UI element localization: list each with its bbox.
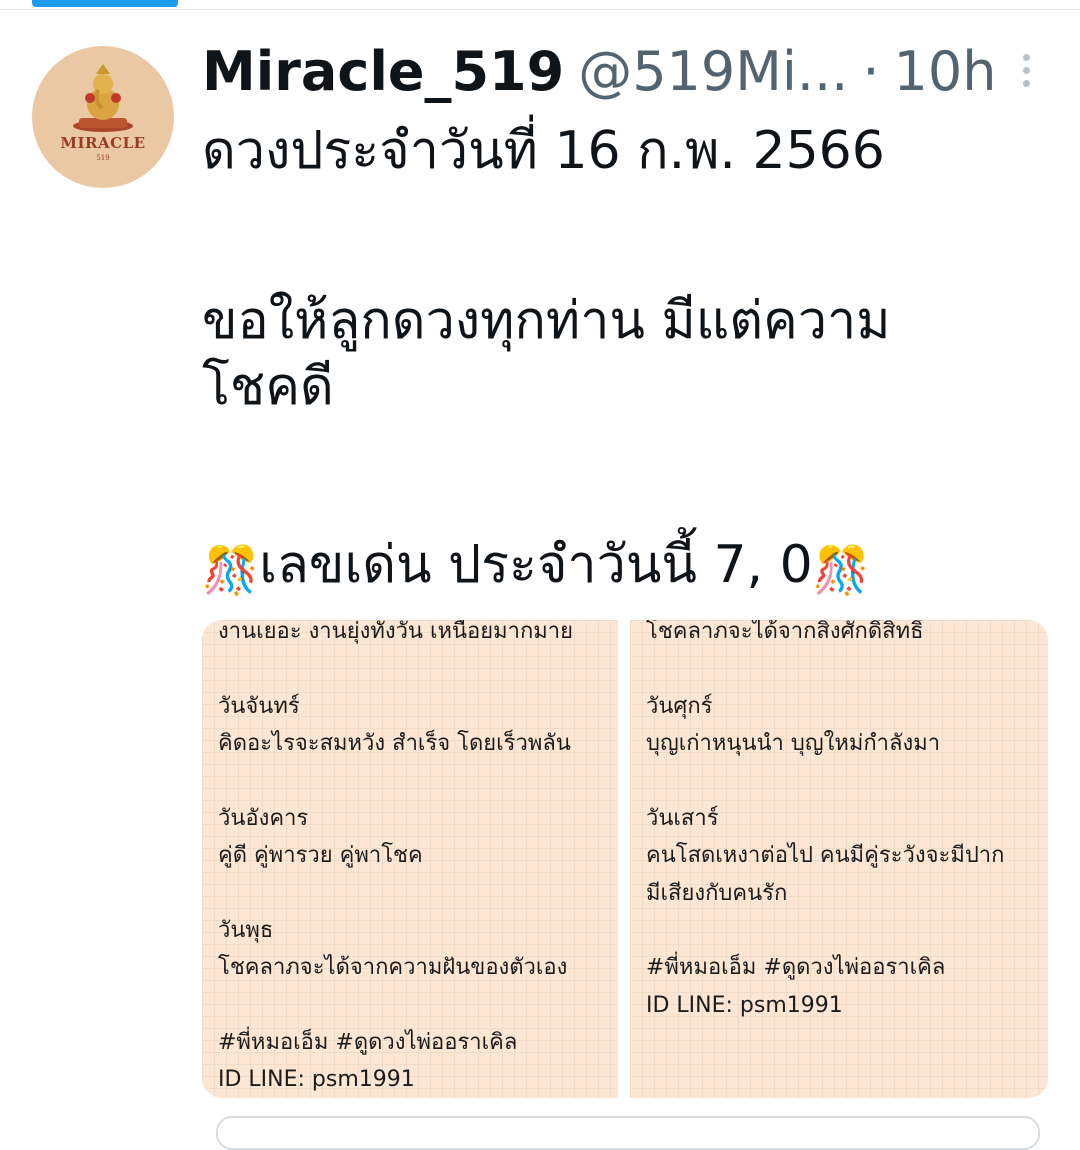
avatar-brand-text: MIRACLE bbox=[60, 134, 146, 152]
tweet-header: Miracle_519 @519Mi... · 10h bbox=[202, 40, 996, 104]
image-line-id: ID LINE: psm1991 bbox=[646, 992, 843, 1018]
tweet-text-line: ขอให้ลูกดวงทุกท่าน มีแต่ความ bbox=[202, 291, 891, 351]
tweet-image-right[interactable]: โชคลาภจะได้จากสิ่งศักดิ์สิทธิ์ วันศุกร์ … bbox=[630, 620, 1048, 1098]
tweet-text-lucky-numbers: 🎊เลขเด่น ประจำวันนี้ 7, 0🎊 bbox=[202, 532, 870, 603]
avatar[interactable]: MIRACLE 519 bbox=[32, 46, 174, 188]
image-text: โชคลาภจะได้จากความฝันของตัวเอง bbox=[218, 955, 568, 980]
quoted-content-edge[interactable] bbox=[216, 1116, 1040, 1150]
image-text: คิดอะไรจะสมหวัง สำเร็จ โดยเร็วพลัน bbox=[218, 731, 571, 756]
more-vertical-icon[interactable] bbox=[1018, 54, 1034, 90]
image-day-label: วันพุธ bbox=[218, 917, 274, 943]
image-text: คนโสดเหงาต่อไป คนมีคู่ระวังจะมีปาก bbox=[646, 843, 1005, 868]
image-hashtags: #พี่หมอเอ็ม #ดูดวงไพ่ออราเคิล bbox=[646, 955, 946, 980]
image-text: มีเสียงกับคนรัก bbox=[646, 880, 788, 906]
more-dot bbox=[1022, 80, 1030, 87]
image-text: โชคลาภจะได้จากสิ่งศักดิ์สิทธิ์ bbox=[646, 620, 924, 644]
image-text: บุญเก่าหนุนนำ บุญใหม่กำลังมา bbox=[646, 731, 941, 756]
user-handle[interactable]: @519Mi... bbox=[578, 40, 848, 104]
image-text: งานเยอะ งานยุ่งทั้งวัน เหนือยมากมาย bbox=[218, 620, 574, 644]
separator-dot: · bbox=[862, 40, 880, 103]
timestamp[interactable]: 10h bbox=[894, 40, 997, 104]
tweet-text-line: ดวงประจำวันที่ 16 ก.พ. 2566 bbox=[202, 121, 885, 181]
more-dot bbox=[1022, 67, 1030, 74]
tweet[interactable]: MIRACLE 519 Miracle_519 @519Mi... · 10h … bbox=[0, 0, 1080, 1150]
image-text: คู่ดี คู่พารวย คู่พาโชค bbox=[218, 843, 423, 868]
display-name[interactable]: Miracle_519 bbox=[202, 40, 564, 104]
image-line-id: ID LINE: psm1991 bbox=[218, 1067, 415, 1092]
tweet-text-line: โชคดี bbox=[202, 357, 334, 417]
tweet-image-left[interactable]: งานเยอะ งานยุ่งทั้งวัน เหนือยมากมาย วันจ… bbox=[202, 620, 618, 1098]
confetti-ball-icon: 🎊 bbox=[812, 543, 870, 597]
lucky-numbers-text: เลขเด่น ประจำวันนี้ 7, 0 bbox=[259, 535, 813, 595]
more-dot bbox=[1022, 54, 1030, 61]
image-day-label: วันอังคาร bbox=[218, 805, 309, 831]
image-day-label: วันจันทร์ bbox=[218, 693, 300, 719]
ganesha-logo-icon bbox=[73, 64, 133, 132]
image-day-label: วันเสาร์ bbox=[646, 805, 719, 831]
image-day-label: วันศุกร์ bbox=[646, 693, 713, 719]
confetti-ball-icon: 🎊 bbox=[202, 543, 260, 597]
image-hashtags: #พี่หมอเอ็ม #ดูดวงไพ่ออราเคิล bbox=[218, 1029, 518, 1055]
avatar-sub-text: 519 bbox=[96, 154, 110, 162]
